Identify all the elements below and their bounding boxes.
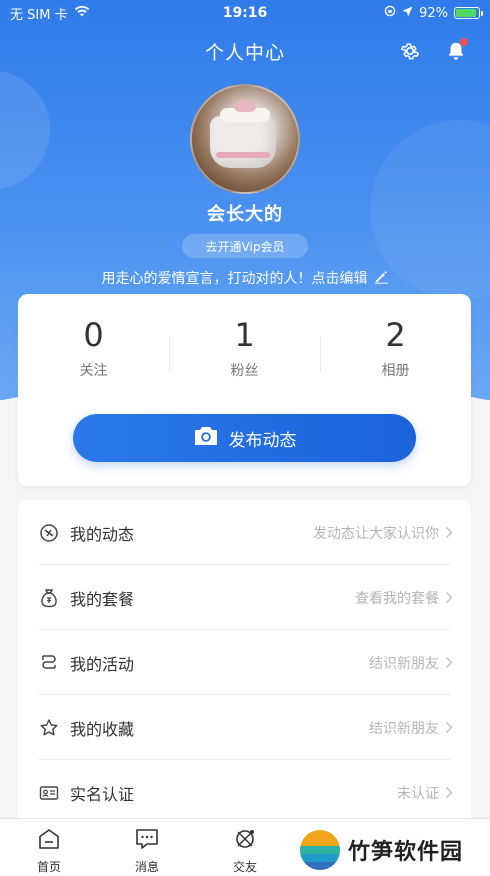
location-icon	[402, 6, 413, 21]
tab-messages[interactable]: 消息	[98, 819, 196, 876]
stat-albums[interactable]: 2 相册	[320, 316, 471, 384]
decor-circle	[0, 70, 50, 190]
camera-icon	[193, 425, 219, 452]
username: 会长大的	[207, 204, 283, 225]
home-icon	[36, 827, 62, 855]
money-bag-icon	[38, 587, 60, 609]
menu-item-my-package[interactable]: 我的套餐 查看我的套餐	[18, 565, 471, 630]
menu-item-hint: 查看我的套餐	[355, 590, 439, 607]
notification-dot	[460, 38, 468, 46]
bio-edit-link[interactable]: 用走心的爱情宣言，打动对的人！点击编辑	[0, 268, 490, 288]
gear-icon[interactable]	[397, 38, 423, 64]
avatar-photo-band	[216, 152, 270, 158]
menu-item-label: 实名认证	[70, 784, 135, 804]
menu-item-label: 我的收藏	[70, 719, 135, 739]
moment-icon	[38, 522, 60, 544]
chevron-right-icon	[445, 656, 455, 670]
activity-icon	[38, 652, 60, 674]
stats-card: 0 关注 1 粉丝 2 相册 发布动态	[18, 294, 471, 486]
watermark-text: 竹笋软件园	[348, 840, 464, 865]
bell-icon[interactable]	[443, 38, 469, 64]
menu-item-my-favorites[interactable]: 我的收藏 结识新朋友	[18, 695, 471, 760]
chevron-right-icon	[445, 786, 455, 800]
stat-value: 2	[385, 316, 406, 354]
stat-following[interactable]: 0 关注	[18, 316, 169, 384]
battery-percent: 92%	[419, 5, 448, 21]
bio-text: 用走心的爱情宣言，打动对的人！点击编辑	[101, 271, 368, 287]
stat-value: 0	[83, 316, 104, 354]
rotation-lock-icon	[384, 5, 396, 21]
message-icon	[134, 827, 160, 855]
menu-item-label: 我的活动	[70, 654, 135, 674]
tab-label: 消息	[134, 860, 159, 874]
avatar-photo-ornament	[234, 100, 256, 112]
stat-label: 相册	[381, 363, 410, 379]
chevron-right-icon	[445, 591, 455, 605]
menu-item-my-activities[interactable]: 我的活动 结识新朋友	[18, 630, 471, 695]
menu-item-my-moments[interactable]: 我的动态 发动态让大家认识你	[18, 500, 471, 565]
avatar[interactable]	[190, 84, 300, 194]
menu-item-label: 我的套餐	[70, 589, 135, 609]
star-icon	[38, 717, 60, 739]
menu-item-hint: 未认证	[397, 785, 439, 802]
watermark-logo-icon	[300, 830, 340, 870]
tab-label: 交友	[232, 860, 257, 874]
chevron-right-icon	[445, 721, 455, 735]
stat-value: 1	[234, 316, 255, 354]
publish-post-label: 发布动态	[228, 430, 297, 451]
pencil-icon	[374, 269, 389, 288]
tab-label: 首页	[36, 860, 61, 874]
battery-icon	[454, 7, 483, 19]
tab-home[interactable]: 首页	[0, 819, 98, 876]
stat-label: 粉丝	[230, 363, 259, 379]
stats-row: 0 关注 1 粉丝 2 相册	[18, 316, 471, 384]
chevron-right-icon	[445, 526, 455, 540]
stat-followers[interactable]: 1 粉丝	[169, 316, 320, 384]
wifi-icon	[74, 5, 90, 21]
avatar-photo-cup	[210, 116, 276, 168]
site-watermark: 竹笋软件园	[300, 824, 490, 876]
menu-item-hint: 结识新朋友	[369, 655, 439, 672]
menu-item-label: 我的动态	[70, 524, 135, 544]
top-navbar: 个人中心	[0, 30, 490, 70]
publish-post-button[interactable]: 发布动态	[73, 414, 416, 462]
vip-upgrade-button[interactable]: 去开通Vip会员	[182, 234, 308, 258]
menu-item-real-name-verification[interactable]: 实名认证 未认证	[18, 760, 471, 825]
carrier-text: 无 SIM 卡	[10, 7, 68, 23]
menu-list: 我的动态 发动态让大家认识你 我的套餐 查看我的套餐 我的活动 结识新朋友 我的…	[18, 500, 471, 830]
tab-friends[interactable]: 交友	[196, 819, 294, 876]
menu-item-hint: 结识新朋友	[369, 720, 439, 737]
status-bar: 无 SIM 卡 19:16 92%	[0, 0, 490, 26]
menu-item-hint: 发动态让大家认识你	[313, 525, 439, 542]
compass-icon	[232, 827, 258, 855]
stat-label: 关注	[79, 363, 108, 379]
id-card-icon	[38, 782, 60, 804]
